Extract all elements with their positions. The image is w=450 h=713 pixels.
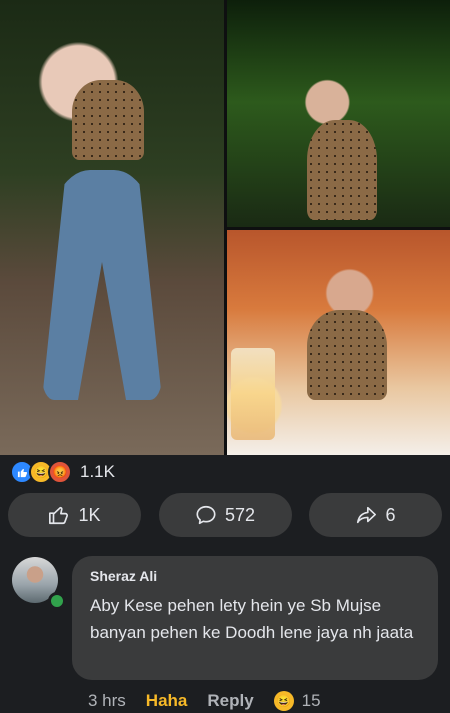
- commenter-name[interactable]: Sheraz Ali: [90, 568, 157, 584]
- photo-grid: [0, 0, 450, 455]
- comment-button[interactable]: 572: [158, 493, 292, 537]
- post-actions: 1K 572 6: [8, 493, 442, 539]
- thumbs-up-icon: [49, 506, 69, 525]
- photo-candle: [231, 348, 275, 440]
- reaction-count: 1.1K: [80, 462, 115, 481]
- comment-reactions[interactable]: 😆 15: [273, 691, 321, 711]
- like-button[interactable]: 1K: [8, 493, 141, 537]
- comment-reaction-count: 15: [301, 691, 321, 710]
- post-photo-main[interactable]: [0, 0, 224, 455]
- photo-figure: [307, 120, 377, 220]
- comment-count: 572: [224, 504, 256, 525]
- comment-meta: 3 hrs Haha Reply 😆 15: [88, 691, 321, 711]
- photo-figure: [72, 80, 144, 160]
- share-count: 6: [385, 504, 396, 525]
- reaction-button[interactable]: Haha: [146, 691, 188, 711]
- reactions-summary[interactable]: 😆 😡 1.1K: [10, 458, 115, 486]
- photo-figure: [307, 310, 387, 400]
- comment-text: Aby Kese pehen lety hein ye Sb Mujse ban…: [90, 596, 414, 642]
- comment-icon: [196, 505, 216, 525]
- like-count: 1K: [78, 504, 101, 525]
- post-photo-top-right[interactable]: [227, 0, 450, 227]
- post-photo-bottom-right[interactable]: [227, 230, 450, 455]
- angry-icon: 😡: [48, 460, 72, 484]
- share-icon: [357, 506, 377, 524]
- comment-timestamp[interactable]: 3 hrs: [88, 691, 126, 711]
- comment-bubble[interactable]: Sheraz Ali Aby Kese pehen lety hein ye S…: [72, 556, 438, 680]
- share-button[interactable]: 6: [309, 493, 442, 537]
- haha-icon: 😆: [273, 691, 294, 711]
- online-status-dot: [48, 592, 66, 610]
- reply-button[interactable]: Reply: [207, 691, 253, 711]
- photo-figure-jeans: [42, 170, 162, 400]
